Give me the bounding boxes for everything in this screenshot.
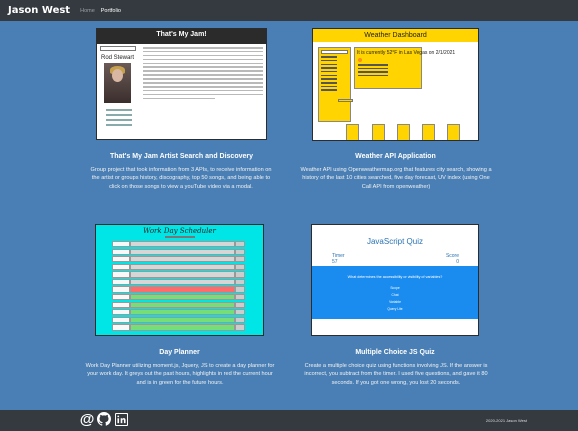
weather-button [338, 99, 353, 102]
quiz-option: Chat [391, 293, 399, 297]
jam-artist-name: Rod Stewart [101, 55, 135, 61]
copyright-text: 2020-2021 Jason West [485, 418, 527, 423]
forecast-day [346, 124, 359, 140]
planner-rows [112, 241, 245, 332]
quiz-option: Scope [390, 286, 400, 290]
project-planner-screenshot[interactable]: Work Day Scheduler [95, 224, 264, 336]
jam-artist-bio [143, 47, 263, 101]
project-weather-screenshot[interactable]: Weather Dashboard It is currently 52°F i… [312, 28, 479, 141]
forecast-day [397, 124, 410, 140]
project-title-jam: That's My Jam Artist Search and Discover… [109, 153, 253, 160]
quiz-question-band: What determines the accessibility or vis… [312, 266, 478, 319]
project-desc-quiz: Create a multiple choice quiz using func… [304, 363, 488, 386]
project-title-quiz: Multiple Choice JS Quiz [355, 349, 435, 356]
nav-link-home[interactable]: Home [80, 8, 95, 14]
jam-artist-links [106, 107, 132, 129]
linkedin-icon[interactable] [114, 412, 128, 426]
project-desc-jam: Group project that took information from… [90, 167, 272, 190]
weather-header: Weather Dashboard [313, 29, 478, 42]
sun-icon [358, 58, 362, 62]
quiz-score-value: 0 [456, 259, 459, 265]
quiz-header: JavaScript Quiz [366, 237, 424, 246]
at-sign-icon[interactable]: @ [80, 411, 95, 428]
weather-current-panel: It is currently 52°F in Las Vegas on 2/1… [354, 47, 456, 89]
navbar: Jason West Home Portfolio [0, 0, 578, 21]
project-quiz-screenshot[interactable]: JavaScript Quiz Timer 57 Score 0 What de… [311, 224, 479, 336]
quiz-option: Variable [389, 300, 401, 304]
forecast-day [422, 124, 435, 140]
forecast-day [447, 124, 460, 140]
weather-current-text: It is currently 52°F in Las Vegas on 2/1… [357, 50, 456, 56]
project-desc-planner: Work Day Planner utilizing moment.js, Jq… [85, 363, 275, 386]
github-icon[interactable] [97, 412, 111, 426]
weather-search-panel [318, 47, 351, 122]
project-jam-screenshot[interactable]: That's My Jam! Rod Stewart [96, 28, 267, 140]
quiz-timer-value: 57 [332, 259, 338, 265]
forecast-day [372, 124, 385, 140]
project-desc-weather: Weather API using Openweathermap.org tha… [300, 167, 492, 190]
jam-search-box [100, 46, 136, 51]
nav-link-portfolio[interactable]: Portfolio [101, 8, 121, 14]
project-title-planner: Day Planner [159, 349, 200, 356]
artist-photo [104, 63, 131, 103]
brand-name[interactable]: Jason West [8, 5, 70, 16]
quiz-question: What determines the accessibility or vis… [347, 275, 443, 279]
footer: @ 2020-2021 Jason West [0, 410, 578, 431]
project-title-weather: Weather API Application [355, 153, 436, 160]
planner-header: Work Day Scheduler [143, 227, 216, 235]
quiz-option: Query Lite [387, 307, 403, 311]
jam-header: That's My Jam! [97, 29, 266, 44]
